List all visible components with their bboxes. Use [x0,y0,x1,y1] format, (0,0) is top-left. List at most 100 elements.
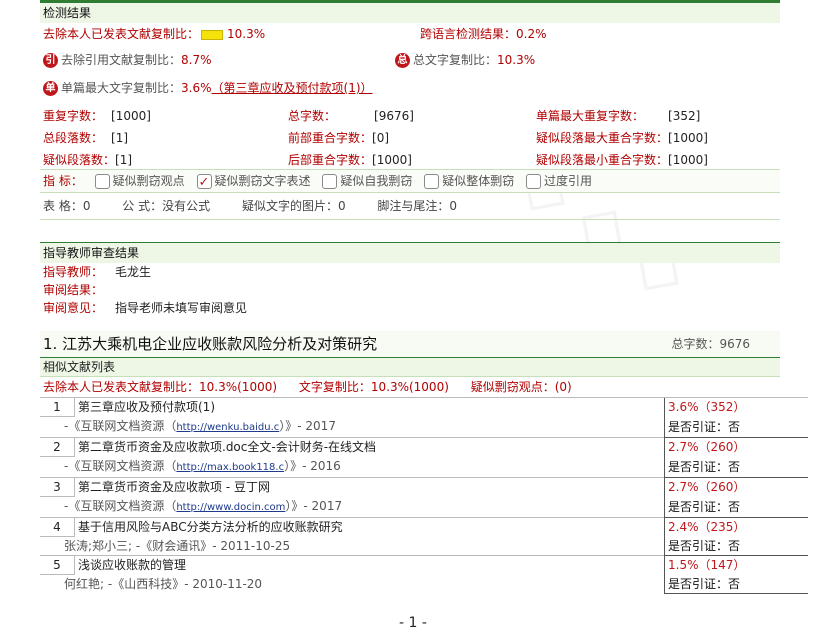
literature-cite: 是否引证：否 [664,574,808,594]
tables-count: 表 格：0 [43,199,91,213]
cross-value: 0.2% [516,27,547,41]
source-text: -《互联网文档资源（ [64,499,177,513]
similar-list-header: 相似文献列表 [40,357,780,377]
section-title: 1. 江苏大乘机电企业应收账款风险分析及对策研究 [43,335,378,353]
literature-row: 2 第二章货币资金及应收款项.doc全文-会计财务-在线文档 2.7%（260） [40,437,808,457]
single-label: 单篇最大文字复制比： [61,81,182,95]
literature-title[interactable]: 浅谈应收账款的管理 [74,555,665,575]
cite-value: 8.7% [181,53,212,67]
literature-title[interactable]: 第二章货币资金及应收款项 - 豆丁网 [74,477,665,497]
section-summary: 去除本人已发表文献复制比：10.3%(1000) 文字复制比：10.3%(100… [40,377,780,397]
source-text-end: ）》- 2017 [285,499,343,513]
page-number: - 1 - [399,615,427,631]
front-label: 前部重合字数： [288,131,373,145]
source-text: 张涛;郑小三; -《财会通讯》- 2011-10-25 [64,539,291,553]
literature-title[interactable]: 第二章货币资金及应收款项.doc全文-会计财务-在线文档 [74,437,665,457]
front-value: [0] [372,131,390,145]
literature-source: 何红艳; -《山西科技》- 2010-11-20 [40,575,665,594]
sum-excl: 去除本人已发表文献复制比：10.3%(1000) [43,380,278,394]
stats-grid: 重复字数： [1000] 总字数： [9676] 单篇最大重复字数： [352] 总段… [40,103,780,169]
literature-source-row: -《互联网文档资源（http://max.book118.c）》- 2016 是否… [40,456,808,478]
teacher-name-value: 毛龙生 [115,265,152,279]
literature-title[interactable]: 基于信用风险与ABC分类方法分析的应收账款研究 [74,517,665,537]
susp-min-value: [1000] [668,153,708,167]
source-link[interactable]: http://max.book118.c [176,462,284,473]
back-value: [1000] [372,153,412,167]
sum-view: 疑似剽窃观点：(0) [470,380,572,394]
formula-count: 公 式：没有公式 [122,199,211,213]
excl-label: 去除本人已发表文献复制比： [43,27,200,41]
source-text: -《互联网文档资源（ [64,419,177,433]
checkbox-icon[interactable] [322,174,338,189]
literature-cite: 是否引证：否 [664,456,808,478]
literature-percent: 2.7%（260） [664,437,808,457]
indicator-text: 疑似剽窃文字表述 [214,174,311,188]
source-text-end: ）》- 2016 [284,459,341,473]
literature-percent: 2.7%（260） [664,477,808,497]
susp-paras-label: 疑似段落数： [43,153,116,167]
susp-max-label: 疑似段落最大重合字数： [536,131,669,145]
total-chars-value: [9676] [374,109,414,123]
similar-literature-table: 1 第三章应收及预付款项(1) 3.6%（352） -《互联网文档资源（http://… [40,397,808,594]
single-source-link[interactable]: （第三章应收及预付款项(1)） [212,81,373,95]
literature-source-row: 张涛;郑小三; -《财会通讯》- 2011-10-25 是否引证：否 [40,536,808,556]
literature-percent: 1.5%（147） [664,555,808,575]
literature-number: 2 [40,437,75,457]
literature-source: -《互联网文档资源（http://max.book118.c）》- 2016 [40,457,665,478]
total-chars-label: 总字数： [288,109,337,123]
indicator-label: 指 标： [43,174,83,188]
single-icon: 单 [43,81,58,96]
misc-row: 表 格：0 公 式：没有公式 疑似文字的图片：0 脚注与尾注：0 [40,193,780,220]
review-opinion-label: 审阅意见： [43,301,104,315]
literature-percent: 3.6%（352） [664,397,808,417]
source-link[interactable]: http://www.docin.com [176,502,285,513]
checkbox-icon[interactable] [526,174,542,189]
literature-number: 1 [40,397,75,417]
literature-source: -《互联网文档资源（http://wenku.baidu.c）》- 2017 [40,417,665,438]
single-value: 3.6% [181,81,212,95]
literature-number: 3 [40,477,75,497]
section-total: 总字数：9676 [671,337,750,351]
susp-min-label: 疑似段落最小重合字数： [536,153,669,167]
checkbox-checked-icon[interactable] [196,172,212,194]
images-count: 疑似文字的图片：0 [241,199,346,213]
literature-title[interactable]: 第三章应收及预付款项(1) [74,397,665,417]
indicator-item[interactable]: 疑似整体剽窃 [416,174,514,189]
cite-label: 去除引用文献复制比： [61,53,182,67]
total-value: 10.3% [497,53,536,67]
literature-number: 4 [40,517,75,537]
literature-row: 3 第二章货币资金及应收款项 - 豆丁网 2.7%（260） [40,477,808,497]
source-link[interactable]: http://wenku.baidu.c [176,422,279,433]
indicator-text: 疑似自我剽窃 [340,174,413,188]
sum-copy: 文字复制比：10.3%(1000) [298,380,449,394]
literature-number: 5 [40,555,75,575]
literature-source-row: 何红艳; -《山西科技》- 2010-11-20 是否引证：否 [40,574,808,594]
single-row: 单单篇最大文字复制比：3.6%（第三章应收及预付款项(1)） [40,77,780,99]
teacher-header: 指导教师审查结果 [40,242,780,263]
source-text: -《互联网文档资源（ [64,459,177,473]
indicator-item[interactable]: 疑似剽窃文字表述 [189,172,311,194]
indicator-item[interactable]: 疑似剽窃观点 [87,174,185,189]
susp-max-value: [1000] [668,131,708,145]
total-label: 总文字复制比： [413,53,498,67]
literature-cite: 是否引证：否 [664,536,808,556]
literature-source: -《互联网文档资源（http://www.docin.com）》- 2017 [40,497,665,518]
checkbox-icon[interactable] [94,174,110,189]
indicator-item[interactable]: 过度引用 [518,174,592,189]
literature-source-row: -《互联网文档资源（http://www.docin.com）》- 2017 是否… [40,496,808,518]
literature-source-row: -《互联网文档资源（http://wenku.baidu.c）》- 2017 是否… [40,416,808,438]
paras-label: 总段落数： [43,131,104,145]
teacher-review: 指导教师审查结果 指导教师： 毛龙生 审阅结果： 审阅意见： 指导老师未填写审阅意见 [40,242,780,317]
literature-percent: 2.4%（235） [664,517,808,537]
indicator-item[interactable]: 疑似自我剽窃 [314,174,413,189]
literature-cite: 是否引证：否 [664,416,808,438]
single-max-label: 单篇最大重复字数： [536,109,645,123]
dup-chars-label: 重复字数： [43,109,104,123]
excl-row: 去除本人已发表文献复制比： 10.3% 跨语言检测结果：0.2% [40,23,780,45]
review-opinion-value: 指导老师未填写审阅意见 [115,301,248,315]
checkbox-icon[interactable] [424,174,440,189]
single-max-value: [352] [668,109,701,123]
paras-value: [1] [111,131,129,145]
indicator-text: 疑似剽窃观点 [112,174,185,188]
source-text-end: ）》- 2017 [279,419,336,433]
